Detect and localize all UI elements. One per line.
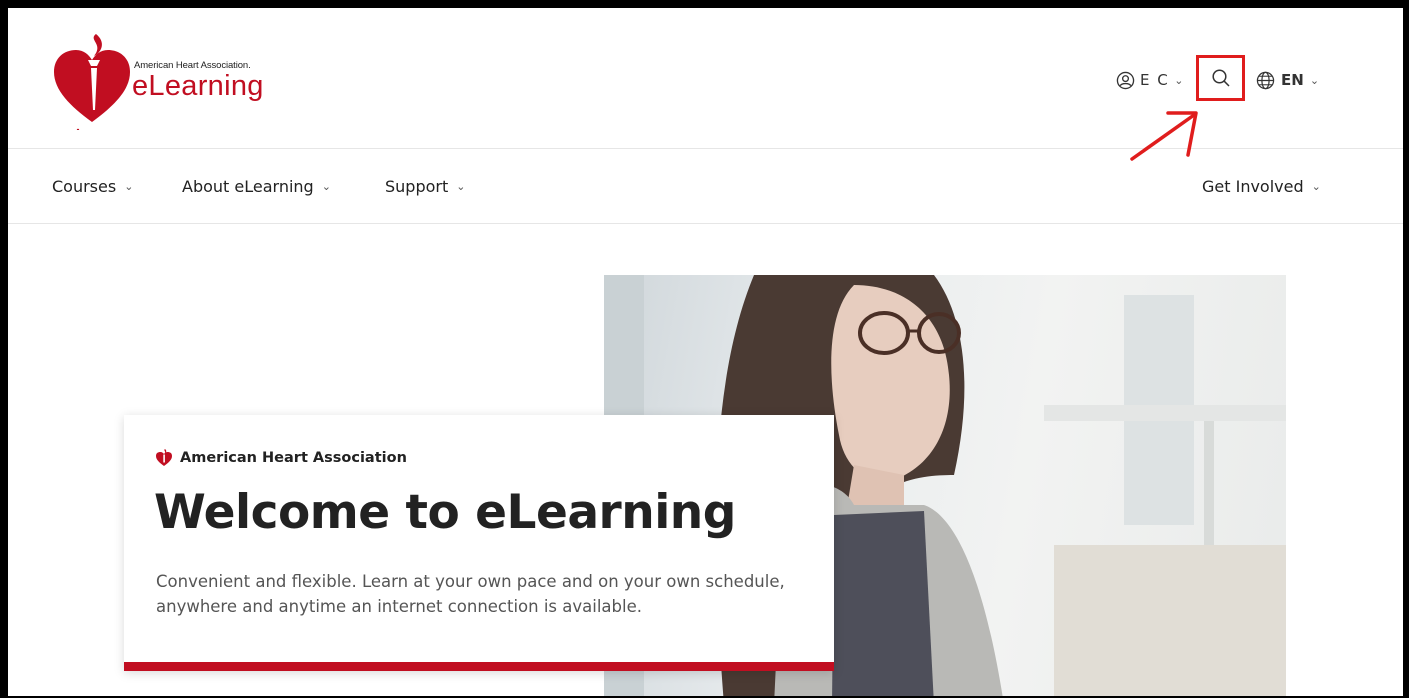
nav-item-support[interactable]: Support ⌄ bbox=[385, 177, 465, 196]
nav-item-label: About eLearning bbox=[182, 177, 314, 196]
main-navigation: Courses ⌄ About eLearning ⌄ Support ⌄ Ge… bbox=[8, 150, 1403, 224]
nav-item-get-involved[interactable]: Get Involved ⌄ bbox=[1202, 177, 1321, 196]
language-selector[interactable]: EN ⌄ bbox=[1256, 68, 1319, 92]
search-icon bbox=[1211, 69, 1230, 87]
user-icon bbox=[1116, 71, 1135, 89]
language-label: EN bbox=[1281, 71, 1304, 89]
hero-description: Convenient and flexible. Learn at your o… bbox=[156, 572, 785, 616]
chevron-down-icon: ⌄ bbox=[1309, 73, 1320, 87]
aha-elearning-logo[interactable]: American Heart Association. eLearning bbox=[52, 30, 292, 130]
globe-icon bbox=[1256, 71, 1275, 89]
search-button[interactable] bbox=[1196, 55, 1245, 101]
chevron-down-icon: ⌄ bbox=[1174, 73, 1185, 87]
page-title: Welcome to eLearning bbox=[154, 485, 736, 540]
site-header: American Heart Association. eLearning E … bbox=[8, 8, 1403, 161]
chevron-down-icon: ⌄ bbox=[1311, 180, 1321, 193]
user-menu[interactable]: E C ⌄ bbox=[1116, 68, 1185, 92]
chevron-down-icon: ⌄ bbox=[321, 180, 331, 193]
chevron-down-icon: ⌄ bbox=[124, 180, 134, 193]
heart-torch-logo-icon bbox=[156, 449, 172, 466]
nav-item-label: Get Involved bbox=[1202, 177, 1304, 196]
chevron-down-icon: ⌄ bbox=[456, 180, 466, 193]
nav-item-about-elearning[interactable]: About eLearning ⌄ bbox=[182, 177, 331, 196]
browser-viewport: American Heart Association. eLearning E … bbox=[8, 8, 1403, 696]
logo-product-text: eLearning bbox=[132, 70, 264, 102]
nav-item-label: Courses bbox=[52, 177, 117, 196]
heart-torch-logo-icon bbox=[54, 34, 130, 130]
nav-item-label: Support bbox=[385, 177, 449, 196]
nav-item-courses[interactable]: Courses ⌄ bbox=[52, 177, 133, 196]
card-brand: American Heart Association bbox=[156, 449, 407, 467]
card-brand-text: American Heart Association bbox=[180, 450, 407, 466]
welcome-card: American Heart Association Welcome to eL… bbox=[124, 415, 834, 671]
user-initials: E C bbox=[1140, 71, 1170, 89]
